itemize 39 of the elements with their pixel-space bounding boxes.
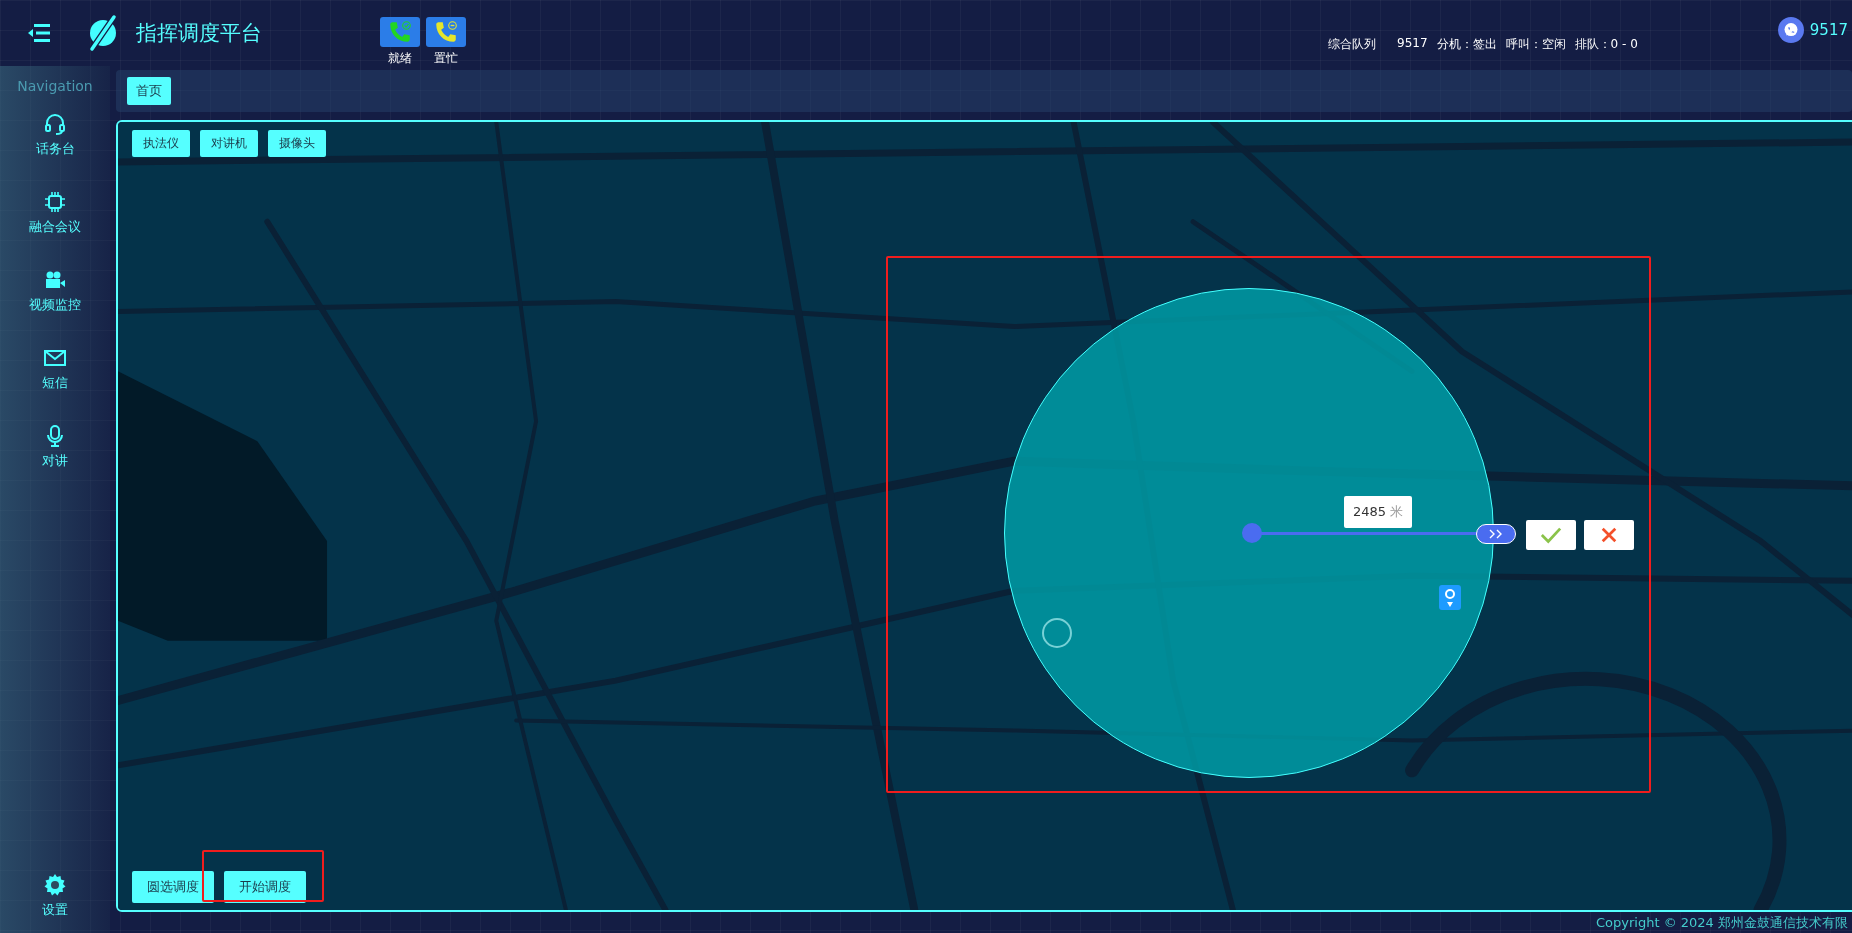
device-filter-button[interactable]: 摄像头: [268, 130, 326, 157]
navigation-heading: Navigation: [17, 78, 93, 94]
nav-item[interactable]: 视频监控: [29, 264, 81, 342]
cancel-button[interactable]: [1584, 520, 1634, 550]
avatar-icon[interactable]: [1777, 17, 1804, 43]
nav-item[interactable]: 融合会议: [29, 186, 81, 264]
confirm-button[interactable]: [1526, 520, 1576, 550]
camera-marker-icon[interactable]: [1438, 582, 1462, 612]
copyright-text: Copyright © 2024 郑州金鼓通信技术有限: [1596, 913, 1848, 932]
phone-status-label: 置忙: [434, 50, 458, 67]
queue-status: 排队：0 - 0: [1574, 35, 1638, 53]
dispatch-button[interactable]: 开始调度: [224, 871, 306, 903]
queue-status: 分机：签出: [1436, 35, 1497, 53]
settings-nav-item[interactable]: 设置: [42, 869, 68, 919]
dispatch-button[interactable]: 圆选调度: [132, 871, 214, 903]
nav-item[interactable]: 对讲: [42, 420, 68, 498]
phone-icon: [387, 19, 413, 45]
page-tab[interactable]: 首页: [127, 77, 171, 105]
queue-label: 综合队列: [1328, 35, 1377, 53]
radius-distance-label: 2485 米: [1344, 496, 1413, 528]
user-name: 9517: [1809, 21, 1848, 39]
nav-item[interactable]: 短信: [42, 342, 68, 420]
phone-status-button[interactable]: [380, 17, 420, 47]
logo-icon: [88, 13, 118, 53]
chip-icon: [43, 190, 67, 214]
phone-icon: [433, 19, 459, 45]
device-filter-button[interactable]: 对讲机: [200, 130, 258, 157]
nav-item[interactable]: 话务台: [35, 108, 75, 186]
phone-status-label: 就绪: [388, 50, 412, 67]
settings-icon: [43, 873, 67, 897]
phone-status-button[interactable]: [426, 17, 466, 47]
device-filter-button[interactable]: 执法仪: [132, 130, 190, 157]
queue-number: 9517: [1397, 35, 1428, 52]
headset-icon: [43, 112, 67, 136]
queue-status: 呼叫：空闲: [1505, 35, 1566, 53]
app-title: 指挥调度平台: [136, 20, 262, 47]
menu-icon[interactable]: [28, 24, 50, 42]
location-marker[interactable]: [1042, 618, 1072, 648]
check-icon: [1540, 526, 1562, 544]
